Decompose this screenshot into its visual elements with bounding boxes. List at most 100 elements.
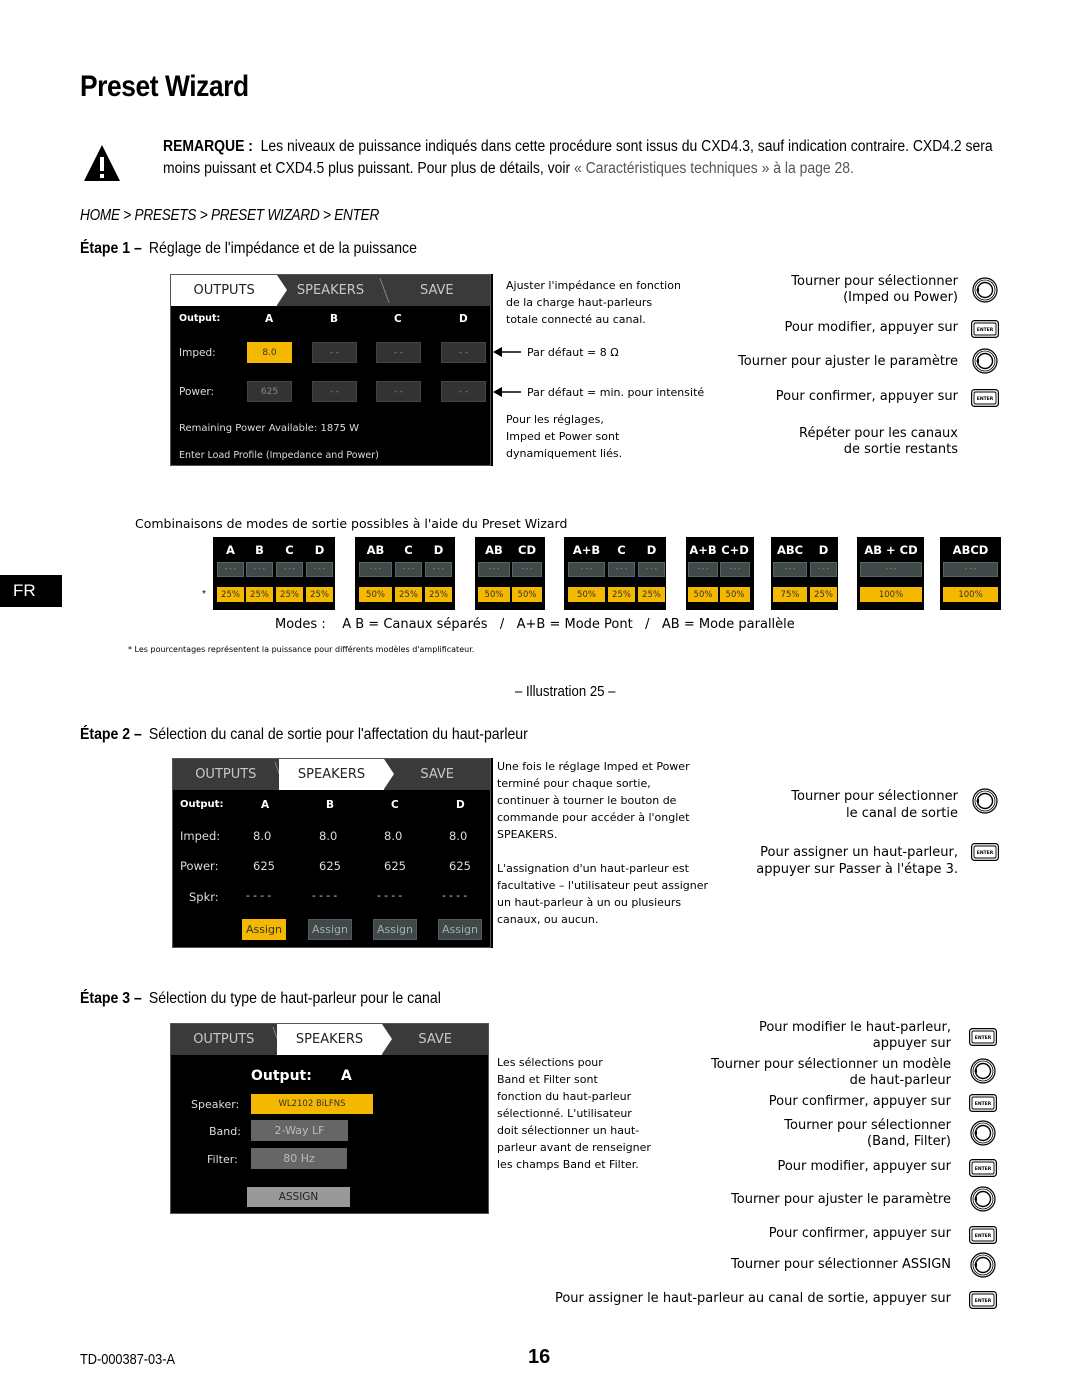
combo-header: D (433, 543, 444, 557)
knob-icon (972, 788, 998, 814)
screen-tabs: OUTPUTS SPEAKERS SAVE (173, 759, 490, 790)
power-c[interactable]: - - (376, 381, 421, 402)
desc-line: commande pour accéder à l'onglet (497, 811, 690, 824)
desc-line: Une fois le réglage Imped et Power (497, 760, 690, 773)
instr-3-5: Pour modifier, appuyer sur (777, 1159, 951, 1174)
enter-button-icon: ENTER (969, 1159, 997, 1177)
imped-a[interactable]: 8.0 (247, 342, 292, 363)
power-a[interactable]: 625 (247, 381, 292, 402)
channel-a: A (261, 799, 270, 811)
combo-header: AB + CD (864, 543, 918, 557)
combo-percent: 50% (359, 587, 392, 602)
tab-save[interactable]: SAVE (384, 759, 490, 790)
instr-text: appuyer sur Passer à l'étape 3. (756, 862, 958, 877)
band-field[interactable]: 2-Way LF (251, 1120, 348, 1141)
step2-label: Étape 2 – (80, 726, 142, 743)
svg-text:ENTER: ENTER (975, 1101, 992, 1107)
imped-b[interactable]: - - (312, 342, 357, 363)
filter-field[interactable]: 80 Hz (251, 1148, 347, 1169)
mode-combo: ABCD - - - 100% (940, 537, 1001, 610)
imped-c[interactable]: - - (376, 342, 421, 363)
tab-speakers[interactable]: SPEAKERS (278, 759, 394, 790)
instr-text: Répéter pour les canaux (799, 426, 958, 441)
assign-button[interactable]: ASSIGN (247, 1187, 350, 1207)
combo-percent: 50% (720, 587, 750, 602)
assign-b-button[interactable]: Assign (308, 919, 352, 940)
spkr-c: - - - - (377, 890, 403, 902)
assign-c-button[interactable]: Assign (373, 919, 417, 940)
tab-save[interactable]: SAVE (384, 275, 490, 306)
instr-text: Tourner pour sélectionner (784, 1118, 951, 1133)
instr-3-7: Pour confirmer, appuyer sur (768, 1226, 951, 1241)
mode-combo: AB - - -50% C - - -25% D - - -25% (355, 537, 455, 610)
svg-text:ENTER: ENTER (975, 1298, 992, 1304)
tab-outputs[interactable]: OUTPUTS (173, 759, 279, 790)
spec-link[interactable]: « Caractéristiques techniques » à la pag… (574, 160, 854, 177)
combo-percent: 75% (773, 587, 807, 602)
power-a: 625 (253, 859, 275, 873)
step3-screen: OUTPUTS SPEAKERS SAVE Output: A Speaker:… (170, 1023, 489, 1214)
combo-header: C+D (721, 543, 749, 557)
tab-outputs[interactable]: OUTPUTS (171, 1024, 277, 1055)
enter-button-icon: ENTER (969, 1226, 997, 1244)
desc-line: doit sélectionner un haut- (497, 1124, 640, 1137)
combo-header: AB (366, 543, 385, 557)
imped-d[interactable]: - - (441, 342, 486, 363)
power-b[interactable]: - - (312, 381, 357, 402)
power-c: 625 (384, 859, 406, 873)
desc-line: continuer à tourner le bouton de (497, 794, 677, 807)
combo-header: A+B (572, 543, 601, 557)
assign-a-button[interactable]: Assign (242, 919, 286, 940)
instr-1-2: Pour modifier, appuyer sur (784, 320, 958, 335)
spkr-a: - - - - (246, 890, 272, 902)
tab-outputs[interactable]: OUTPUTS (171, 275, 288, 306)
mode-combo: A- - -25% B - - -25% C - - -25% D - - -25% (213, 537, 335, 610)
instr-text: appuyer sur (872, 1036, 951, 1051)
imped-label: Imped: (180, 829, 221, 843)
knob-icon (970, 1120, 996, 1146)
enter-button-icon: ENTER (969, 1094, 997, 1112)
combo-channel-slot: - - - (512, 562, 542, 577)
speaker-field[interactable]: WL2102 BiLFNS (251, 1094, 373, 1114)
channel-d: D (459, 313, 468, 325)
imped-a: 8.0 (253, 829, 272, 843)
output-label: Output: (251, 1068, 312, 1084)
spkr-b: - - - - (312, 890, 338, 902)
combo-header: A+B (689, 543, 717, 557)
knob-icon (970, 1252, 996, 1278)
desc-line: les champs Band et Filter. (497, 1158, 639, 1171)
instr-2-1: Tourner pour sélectionner le canal de sor… (791, 788, 958, 822)
channel-b: B (330, 313, 339, 325)
channel-a: A (265, 313, 274, 325)
arrow-left-icon (493, 387, 521, 397)
knob-icon (972, 277, 998, 303)
assign-d-button[interactable]: Assign (438, 919, 482, 940)
instr-text: de haut-parleur (849, 1073, 951, 1088)
instr-3-8: Tourner pour sélectionner ASSIGN (731, 1257, 951, 1272)
enter-button-icon: ENTER (971, 843, 999, 861)
combo-percent: 25% (246, 587, 273, 602)
combo-channel-slot: - - - (810, 562, 837, 577)
svg-text:ENTER: ENTER (977, 327, 994, 333)
power-label: Power: (180, 859, 219, 873)
combos-caption: Combinaisons de modes de sortie possible… (135, 516, 568, 531)
note-label: REMARQUE : (163, 138, 253, 155)
combo-percent: 25% (425, 587, 452, 602)
warning-icon (84, 145, 120, 181)
tab-speakers[interactable]: SPEAKERS (276, 1024, 392, 1055)
tab-save[interactable]: SAVE (382, 1024, 488, 1055)
tab-speakers[interactable]: SPEAKERS (277, 275, 383, 306)
imped-b: 8.0 (319, 829, 338, 843)
svg-text:ENTER: ENTER (975, 1233, 992, 1239)
combo-channel-slot: - - - (568, 562, 605, 577)
filter-label: Filter: (207, 1153, 238, 1166)
language-tab: FR (0, 575, 62, 607)
power-d[interactable]: - - (441, 381, 486, 402)
combo-percent: 25% (217, 587, 244, 602)
combo-header: D (314, 543, 325, 557)
svg-text:ENTER: ENTER (975, 1166, 992, 1172)
combo-percent: 100% (943, 587, 998, 602)
combo-channel-slot: - - - (943, 562, 998, 577)
combo-header: C (617, 543, 626, 557)
imped-label: Imped: (179, 347, 216, 359)
